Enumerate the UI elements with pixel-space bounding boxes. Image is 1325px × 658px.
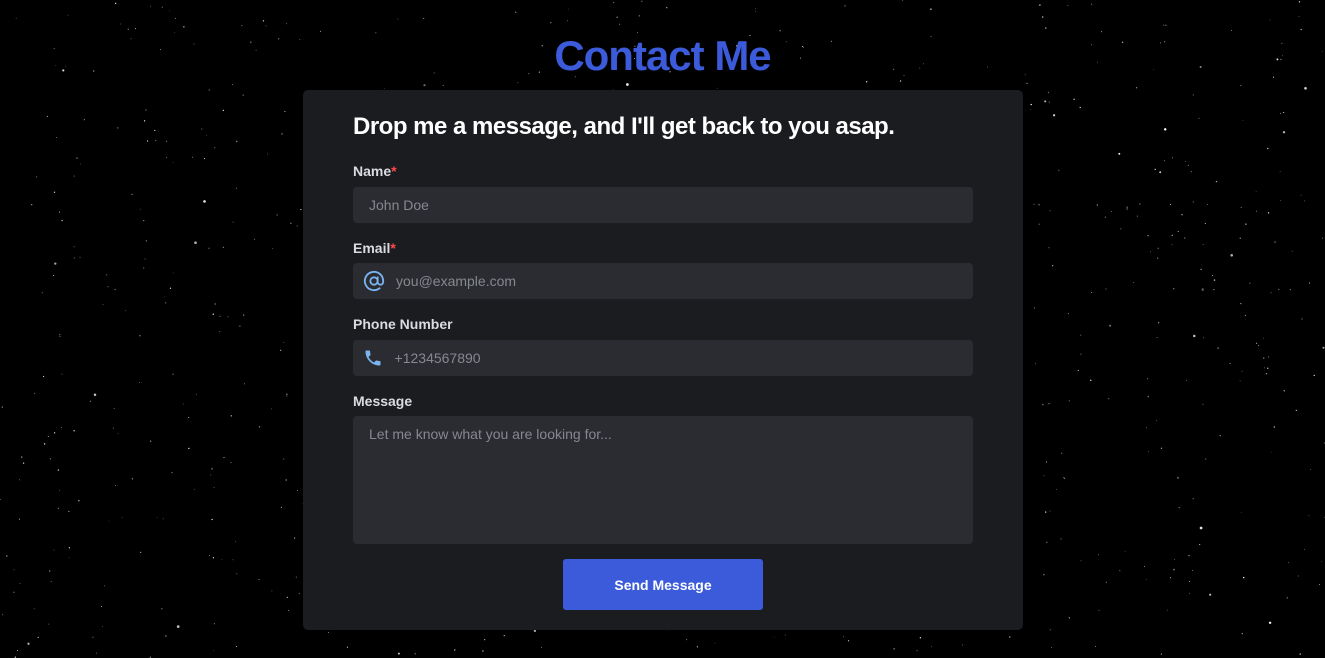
phone-field[interactable] — [353, 340, 973, 376]
at-sign-icon — [363, 270, 385, 292]
email-label-text: Email — [353, 240, 391, 256]
name-field[interactable] — [353, 187, 973, 223]
message-textarea[interactable] — [353, 416, 973, 544]
phone-input[interactable] — [394, 340, 973, 376]
email-input[interactable] — [396, 263, 973, 299]
page-title: Contact Me — [554, 32, 771, 79]
required-mark: * — [390, 240, 396, 256]
required-mark: * — [391, 163, 397, 179]
message-label: Message — [353, 393, 413, 409]
send-message-button[interactable]: Send Message — [563, 559, 763, 610]
message-field[interactable] — [353, 416, 973, 544]
email-label: Email* — [353, 239, 396, 257]
contact-form: Drop me a message, and I'll get back to … — [303, 90, 1023, 630]
form-heading: Drop me a message, and I'll get back to … — [353, 113, 895, 140]
name-label-text: Name — [353, 163, 392, 179]
phone-icon — [363, 347, 384, 369]
phone-label: Phone Number — [353, 316, 453, 332]
name-label: Name* — [353, 162, 397, 180]
email-field[interactable] — [353, 263, 973, 299]
contact-page: Contact Me Drop me a message, and I'll g… — [0, 0, 1325, 658]
name-input[interactable] — [353, 187, 973, 223]
